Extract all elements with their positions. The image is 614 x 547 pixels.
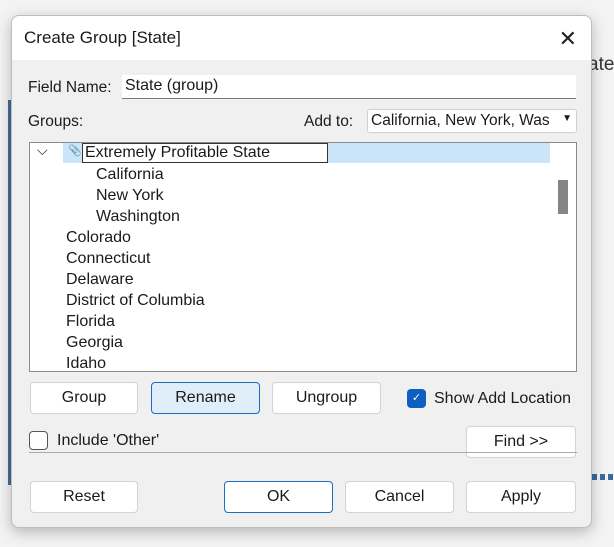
group-button[interactable]: Group [30,382,138,414]
dropdown-arrow-icon: ▼ [562,113,572,124]
close-icon[interactable]: ✕ [559,26,577,52]
background-dots [592,474,614,480]
title-bar: Create Group [State] ✕ [12,16,591,60]
tree-item[interactable]: Idaho [66,353,106,371]
tree-member[interactable]: Washington [96,206,180,227]
separator [29,452,577,453]
reset-button[interactable]: Reset [30,481,138,513]
tree-item[interactable]: Georgia [66,332,123,353]
ok-button[interactable]: OK [224,481,333,513]
include-other-checkbox[interactable] [29,431,48,450]
include-other-label: Include 'Other' [57,432,160,449]
add-to-value: California, New York, Was [371,112,550,129]
apply-button[interactable]: Apply [466,481,576,513]
cancel-button[interactable]: Cancel [345,481,454,513]
chevron-down-icon[interactable]: ⌵ [37,143,48,159]
field-name-label: Field Name: [28,79,112,96]
show-add-location-checkbox[interactable]: ✓ [407,389,426,408]
create-group-dialog: Create Group [State] ✕ Field Name: State… [11,15,592,528]
tree-member[interactable]: California [96,164,164,185]
tree-item[interactable]: Delaware [66,269,134,290]
tree-item[interactable]: District of Columbia [66,290,205,311]
find-button[interactable]: Find >> [466,426,576,458]
paperclip-icon: 📎 [68,145,82,157]
add-to-dropdown[interactable]: California, New York, Was ▼ [367,109,577,133]
field-name-input[interactable]: State (group) [122,75,576,99]
group-rename-input[interactable]: Extremely Profitable State [82,143,328,163]
tree-member[interactable]: New York [96,185,164,206]
tree-item[interactable]: Florida [66,311,115,332]
show-add-location-label: Show Add Location [434,390,571,407]
tree-item[interactable]: Connecticut [66,248,151,269]
groups-tree[interactable]: ⌵ 📎 Extremely Profitable State Californi… [29,142,577,372]
dialog-title: Create Group [State] [24,28,181,47]
groups-label: Groups: [28,113,84,130]
ungroup-button[interactable]: Ungroup [272,382,381,414]
scrollbar-thumb[interactable] [558,180,568,214]
tree-item[interactable]: Colorado [66,227,131,248]
add-to-label: Add to: [304,113,354,130]
rename-button[interactable]: Rename [151,382,260,414]
